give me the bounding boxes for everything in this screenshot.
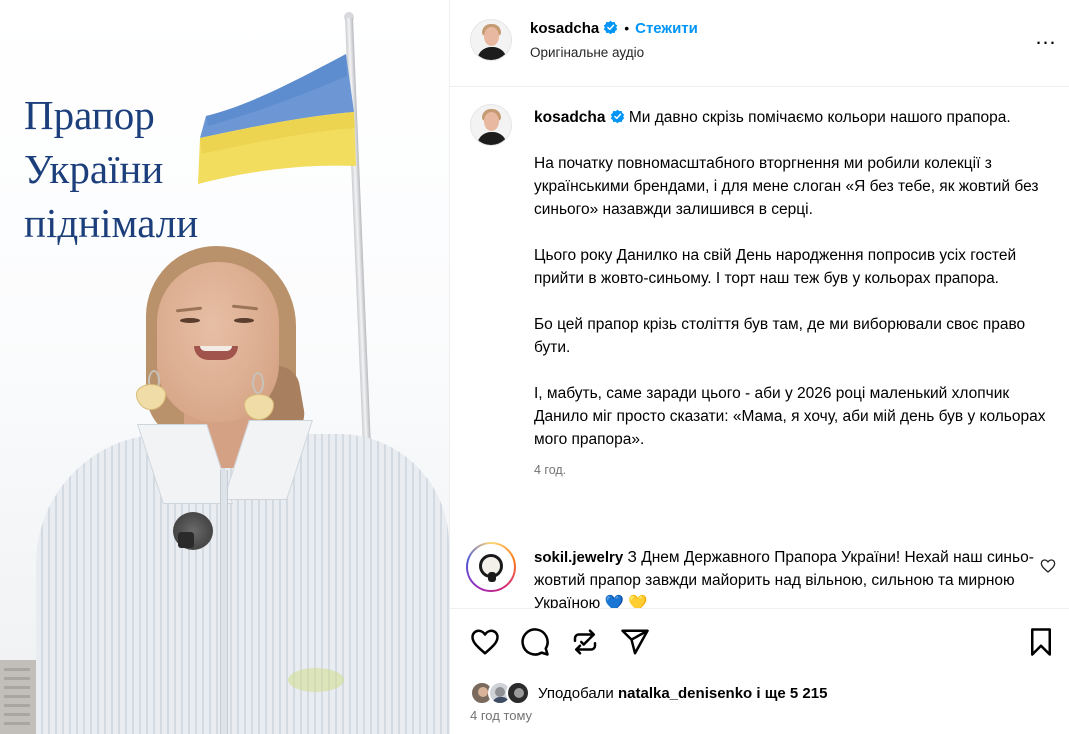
follow-button[interactable]: Стежити bbox=[635, 20, 698, 37]
caption-paragraph: kosadcha Ми давно скрізь помічаємо кольо… bbox=[534, 106, 1046, 129]
heart-icon[interactable] bbox=[470, 627, 500, 657]
caption-paragraph: І, мабуть, саме заради цього - аби у 202… bbox=[534, 385, 1046, 448]
comment-like-icon[interactable] bbox=[1040, 558, 1056, 574]
shirt-placket bbox=[220, 470, 228, 734]
lapel-microphone bbox=[173, 512, 213, 550]
more-options-icon[interactable]: … bbox=[1034, 26, 1058, 52]
comment-text: sokil.jewelry З Днем Державного Прапора … bbox=[534, 546, 1034, 608]
earring-hoop-right bbox=[252, 372, 264, 394]
share-icon[interactable] bbox=[620, 627, 650, 657]
post-media[interactable]: Прапор України піднімали bbox=[0, 0, 449, 734]
avatar-face bbox=[484, 112, 499, 131]
caption-paragraph: Бо цей прапор крізь століття був там, де… bbox=[534, 316, 1026, 356]
pendant-graphic bbox=[488, 572, 496, 582]
comment-icon[interactable] bbox=[520, 627, 550, 657]
liker-avatar bbox=[506, 681, 530, 705]
verified-badge-icon bbox=[610, 109, 624, 124]
author-avatar[interactable] bbox=[470, 19, 512, 61]
post-timestamp[interactable]: 4 год тому bbox=[470, 708, 532, 723]
likes-conjunction: і ще bbox=[756, 684, 786, 702]
post-caption: kosadcha Ми давно скрізь помічаємо кольо… bbox=[534, 106, 1046, 482]
background-building bbox=[0, 660, 36, 734]
likes-count[interactable]: 5 215 bbox=[790, 685, 828, 702]
verified-badge-icon bbox=[603, 20, 618, 35]
avatar-face bbox=[484, 27, 499, 46]
caption-paragraph: Цього року Данилко на свій День народжен… bbox=[534, 247, 1017, 287]
author-username[interactable]: kosadcha bbox=[530, 20, 599, 37]
caption-username[interactable]: kosadcha bbox=[534, 109, 606, 126]
overlay-line: України bbox=[24, 146, 164, 192]
liker-username[interactable]: natalka_denisenko bbox=[618, 685, 752, 702]
avatar-body bbox=[477, 47, 507, 60]
comments-scroll-area[interactable]: kosadcha Ми давно скрізь помічаємо кольо… bbox=[450, 88, 1069, 608]
person-eye-right bbox=[234, 318, 254, 323]
caption-first-line: Ми давно скрізь помічаємо кольори нашого… bbox=[628, 109, 1011, 126]
header-title-row: kosadcha • Стежити bbox=[530, 20, 698, 38]
post-actions-bar: Уподобали natalka_denisenko і ще 5 215 4… bbox=[450, 608, 1069, 734]
likes-prefix: Уподобали bbox=[538, 684, 614, 702]
original-audio-link[interactable]: Оригінальне аудіо bbox=[530, 45, 644, 60]
person-eye-left bbox=[180, 318, 200, 323]
post-header: kosadcha • Стежити Оригінальне аудіо … bbox=[450, 0, 1069, 87]
avatar-body bbox=[477, 132, 507, 145]
overlay-line: піднімали bbox=[24, 200, 199, 246]
likes-text: Уподобали natalka_denisenko і ще 5 215 bbox=[538, 685, 827, 702]
commenter-avatar-image bbox=[468, 544, 514, 590]
commenter-username[interactable]: sokil.jewelry bbox=[534, 549, 623, 566]
header-separator: • bbox=[624, 20, 630, 36]
post-details-panel: kosadcha • Стежити Оригінальне аудіо … kos… bbox=[449, 0, 1069, 734]
caption-author-avatar[interactable] bbox=[470, 104, 512, 146]
caption-paragraph: На початку повномасштабного вторгнення м… bbox=[534, 155, 1039, 218]
media-overlay-title: Прапор України піднімали bbox=[24, 88, 284, 250]
overlay-line: Прапор bbox=[24, 92, 155, 138]
commenter-avatar[interactable] bbox=[466, 542, 516, 592]
likes-summary[interactable]: Уподобали natalka_denisenko і ще 5 215 bbox=[470, 679, 827, 707]
bookmark-icon[interactable] bbox=[1026, 627, 1056, 657]
caption-timestamp[interactable]: 4 год. bbox=[534, 459, 1046, 482]
shirt-stain bbox=[288, 668, 344, 692]
repost-icon[interactable] bbox=[570, 627, 600, 657]
